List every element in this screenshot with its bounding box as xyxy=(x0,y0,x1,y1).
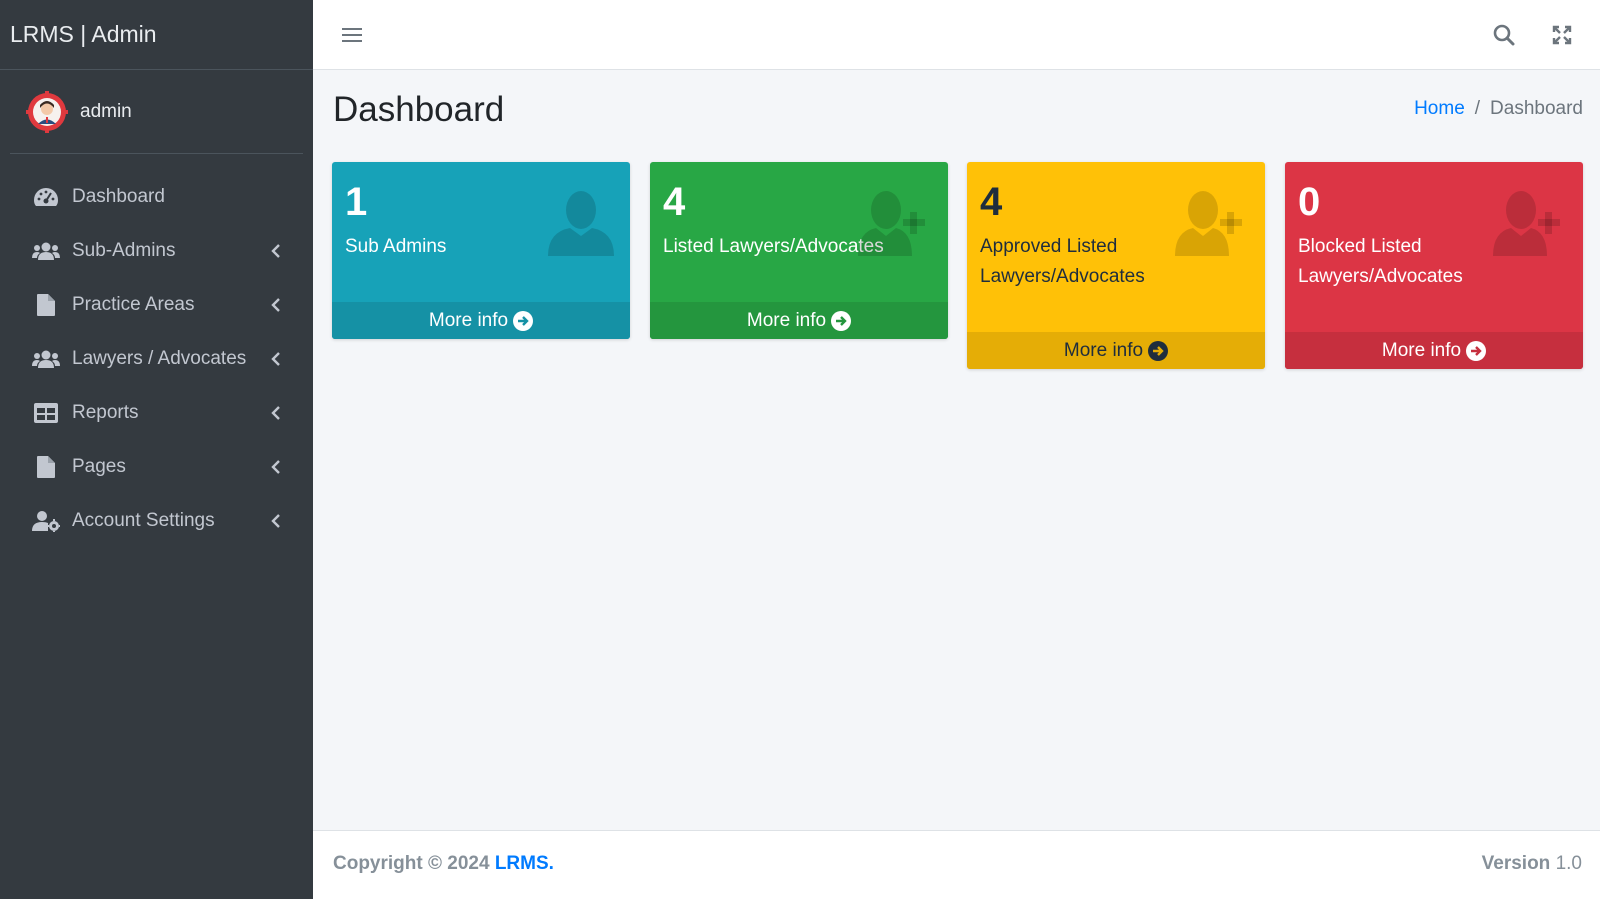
chevron-left-icon xyxy=(269,406,283,420)
user-icon xyxy=(546,188,616,263)
sidebar-item-label: Reports xyxy=(72,402,139,423)
users-icon xyxy=(32,239,60,263)
brand-link[interactable]: LRMS | Admin xyxy=(0,0,313,70)
main-footer: Copyright © 2024 LRMS. Version 1.0 xyxy=(313,830,1600,899)
version-number: 1.0 xyxy=(1555,853,1582,874)
breadcrumb-current: Dashboard xyxy=(1490,98,1583,119)
user-panel: admin xyxy=(10,70,303,154)
top-navbar xyxy=(313,0,1600,70)
sidebar-item-reports[interactable]: Reports xyxy=(10,386,303,440)
blocked-lawyers-box: 0 Blocked Listed Lawyers/Advocates More … xyxy=(1285,162,1583,369)
box-label: Blocked Listed Lawyers/Advocates xyxy=(1298,236,1463,287)
more-info-label: More info xyxy=(428,309,509,331)
footer-brand-link[interactable]: LRMS. xyxy=(495,853,554,874)
more-info-link[interactable]: More info xyxy=(1285,332,1583,369)
box-label: Approved Listed Lawyers/Advocates xyxy=(980,236,1145,287)
users-icon xyxy=(32,347,60,371)
sidebar-item-sub-admins[interactable]: Sub-Admins xyxy=(10,224,303,278)
sidebar-item-account-settings[interactable]: Account Settings xyxy=(10,494,303,548)
version-label: Version xyxy=(1481,853,1551,874)
more-info-label: More info xyxy=(746,309,827,331)
sidebar-item-pages[interactable]: Pages xyxy=(10,440,303,494)
brand-title: LRMS | Admin xyxy=(10,21,157,47)
main-sidebar: LRMS | Admin admin Dashboard Sub-Admins … xyxy=(0,0,313,899)
content-header: Dashboard Home / Dashboard xyxy=(333,86,1583,136)
listed-lawyers-box: 4 Listed Lawyers/Advocates More info xyxy=(650,162,948,339)
sidebar-item-label: Practice Areas xyxy=(72,294,195,315)
file-icon xyxy=(32,455,60,479)
copyright: Copyright © 2024 LRMS. xyxy=(333,853,554,875)
sidebar-item-lawyers-advocates[interactable]: Lawyers / Advocates xyxy=(10,332,303,386)
user-plus-icon xyxy=(858,188,934,263)
more-info-label: More info xyxy=(1381,339,1462,361)
file-icon xyxy=(32,293,60,317)
more-info-link[interactable]: More info xyxy=(332,302,630,339)
more-info-label: More info xyxy=(1063,339,1144,361)
sidebar-item-label: Pages xyxy=(72,456,126,477)
table-icon xyxy=(32,401,60,425)
user-plus-icon xyxy=(1493,188,1569,263)
page-title: Dashboard xyxy=(333,90,505,129)
version-info: Version 1.0 xyxy=(1482,853,1582,875)
chevron-left-icon xyxy=(269,244,283,258)
expand-icon[interactable] xyxy=(1547,20,1577,50)
tachometer-icon xyxy=(32,185,60,209)
arrow-circle-right-icon xyxy=(513,310,534,331)
sub-admins-box: 1 Sub Admins More info xyxy=(332,162,630,339)
sidebar-item-practice-areas[interactable]: Practice Areas xyxy=(10,278,303,332)
breadcrumb: Home / Dashboard xyxy=(1414,98,1583,120)
sidebar-item-label: Dashboard xyxy=(72,186,165,207)
sidebar-item-label: Lawyers / Advocates xyxy=(72,348,247,369)
arrow-circle-right-icon xyxy=(1148,340,1169,361)
arrow-circle-right-icon xyxy=(831,310,852,331)
breadcrumb-home-link[interactable]: Home xyxy=(1414,98,1465,120)
chevron-left-icon xyxy=(269,298,283,312)
copyright-text: Copyright © 2024 xyxy=(333,853,495,874)
chevron-left-icon xyxy=(269,352,283,366)
user-name[interactable]: admin xyxy=(80,101,132,123)
admin-avatar-icon xyxy=(26,90,68,133)
more-info-link[interactable]: More info xyxy=(650,302,948,339)
sidebar-nav: Dashboard Sub-Admins Practice Areas Lawy… xyxy=(0,170,313,548)
sidebar-item-label: Account Settings xyxy=(72,510,215,531)
more-info-link[interactable]: More info xyxy=(967,332,1265,369)
user-cog-icon xyxy=(32,509,60,533)
breadcrumb-separator: / xyxy=(1474,98,1481,119)
hamburger-icon[interactable] xyxy=(337,20,367,50)
chevron-left-icon xyxy=(269,514,283,528)
sidebar-item-label: Sub-Admins xyxy=(72,240,176,261)
chevron-left-icon xyxy=(269,460,283,474)
search-icon[interactable] xyxy=(1489,20,1519,50)
approved-lawyers-box: 4 Approved Listed Lawyers/Advocates More… xyxy=(967,162,1265,369)
sidebar-item-dashboard[interactable]: Dashboard xyxy=(10,170,303,224)
user-plus-icon xyxy=(1175,188,1251,263)
arrow-circle-right-icon xyxy=(1466,340,1487,361)
